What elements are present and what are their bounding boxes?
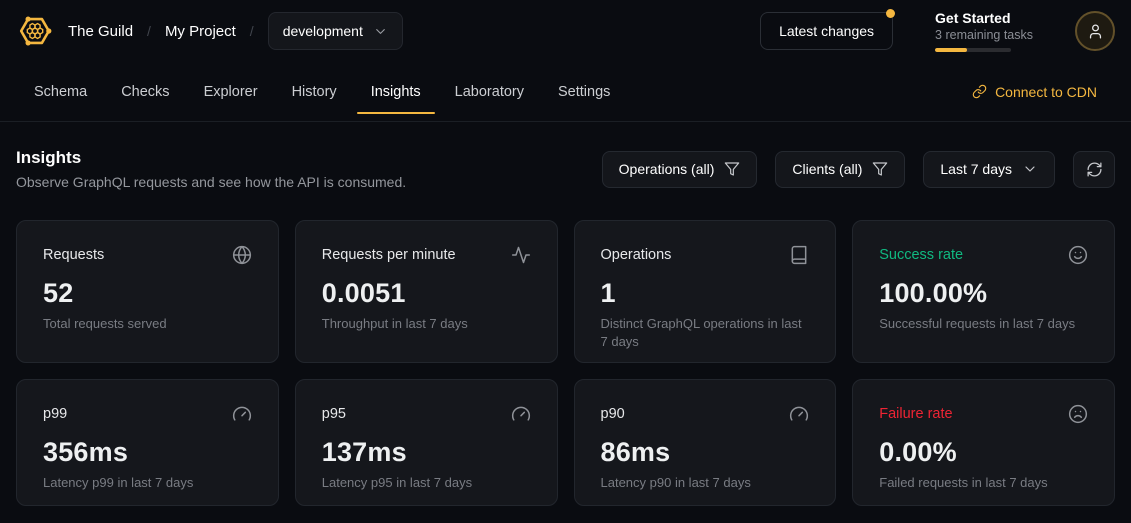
chevron-down-icon (373, 24, 388, 39)
smile-icon (1068, 245, 1088, 265)
failure-rate-card: Failure rate 0.00% Failed requests in la… (852, 379, 1115, 506)
page-title: Insights (16, 148, 406, 168)
card-title: p95 (322, 406, 346, 422)
book-icon (789, 245, 809, 265)
tab-explorer[interactable]: Explorer (204, 62, 258, 121)
success-rate-card: Success rate 100.00% Successful requests… (852, 220, 1115, 363)
breadcrumb-project[interactable]: My Project (165, 23, 236, 40)
tab-history[interactable]: History (292, 62, 337, 121)
latest-changes-label: Latest changes (779, 23, 874, 39)
get-started-subtitle: 3 remaining tasks (935, 28, 1033, 42)
get-started-widget[interactable]: Get Started 3 remaining tasks (935, 10, 1033, 52)
user-icon (1087, 23, 1104, 40)
card-value: 0.00% (879, 437, 1088, 468)
connect-to-cdn-label: Connect to CDN (995, 84, 1097, 100)
tab-settings[interactable]: Settings (558, 62, 610, 121)
tab-insights[interactable]: Insights (371, 62, 421, 121)
clients-filter-button[interactable]: Clients (all) (775, 151, 905, 188)
card-value: 52 (43, 278, 252, 309)
card-title: Requests (43, 247, 104, 263)
user-menu-button[interactable] (1075, 11, 1115, 51)
filter-icon (872, 161, 888, 177)
tab-checks[interactable]: Checks (121, 62, 169, 121)
date-range-dropdown[interactable]: Last 7 days (923, 151, 1055, 188)
filter-icon (724, 161, 740, 177)
card-description: Total requests served (43, 315, 252, 333)
notification-dot (886, 9, 895, 18)
filters-toolbar: Operations (all) Clients (all) Last 7 da… (602, 151, 1115, 188)
requests-per-minute-card: Requests per minute 0.0051 Throughput in… (295, 220, 558, 363)
card-value: 1 (601, 278, 810, 309)
tab-schema[interactable]: Schema (34, 62, 87, 121)
connect-to-cdn-link[interactable]: Connect to CDN (972, 84, 1097, 100)
gauge-icon (511, 404, 531, 424)
card-description: Latency p99 in last 7 days (43, 474, 252, 492)
refresh-button[interactable] (1073, 151, 1115, 188)
header-right: Latest changes Get Started 3 remaining t… (760, 10, 1115, 52)
stats-grid: Requests 52 Total requests served Reques… (16, 220, 1115, 506)
card-description: Successful requests in last 7 days (879, 315, 1088, 333)
card-title: Requests per minute (322, 247, 456, 263)
target-selector-dropdown[interactable]: development (268, 12, 403, 50)
tab-laboratory[interactable]: Laboratory (455, 62, 524, 121)
card-value: 0.0051 (322, 278, 531, 309)
card-value: 86ms (601, 437, 810, 468)
card-value: 137ms (322, 437, 531, 468)
nav-tabs: Schema Checks Explorer History Insights … (0, 62, 1131, 122)
hive-logo-icon[interactable] (16, 12, 54, 50)
latest-changes-button[interactable]: Latest changes (760, 12, 893, 50)
card-description: Throughput in last 7 days (322, 315, 531, 333)
card-title: p90 (601, 406, 625, 422)
progress-fill (935, 48, 967, 52)
target-selector-value: development (283, 23, 363, 39)
date-range-label: Last 7 days (940, 161, 1012, 177)
breadcrumb-org[interactable]: The Guild (68, 23, 133, 40)
card-description: Failed requests in last 7 days (879, 474, 1088, 492)
gauge-icon (232, 404, 252, 424)
p95-card: p95 137ms Latency p95 in last 7 days (295, 379, 558, 506)
clients-filter-label: Clients (all) (792, 161, 862, 177)
p99-card: p99 356ms Latency p99 in last 7 days (16, 379, 279, 506)
main-content: Insights Observe GraphQL requests and se… (0, 122, 1131, 506)
get-started-progress-track (935, 48, 1011, 52)
operations-filter-label: Operations (all) (619, 161, 715, 177)
card-description: Latency p95 in last 7 days (322, 474, 531, 492)
card-value: 356ms (43, 437, 252, 468)
chevron-down-icon (1022, 161, 1038, 177)
activity-icon (511, 245, 531, 265)
operations-card: Operations 1 Distinct GraphQL operations… (574, 220, 837, 363)
p90-card: p90 86ms Latency p90 in last 7 days (574, 379, 837, 506)
card-description: Latency p90 in last 7 days (601, 474, 810, 492)
page-subtitle: Observe GraphQL requests and see how the… (16, 174, 406, 190)
operations-filter-button[interactable]: Operations (all) (602, 151, 758, 188)
breadcrumb-separator: / (250, 23, 254, 39)
card-title: p99 (43, 406, 67, 422)
gauge-icon (789, 404, 809, 424)
page-heading: Insights Observe GraphQL requests and se… (16, 148, 406, 190)
get-started-title: Get Started (935, 10, 1033, 26)
card-title: Failure rate (879, 406, 952, 422)
frown-icon (1068, 404, 1088, 424)
globe-icon (232, 245, 252, 265)
header: The Guild / My Project / development Lat… (0, 0, 1131, 62)
card-value: 100.00% (879, 278, 1088, 309)
card-title: Operations (601, 247, 672, 263)
link-icon (972, 84, 987, 99)
breadcrumb-separator: / (147, 23, 151, 39)
requests-card: Requests 52 Total requests served (16, 220, 279, 363)
card-title: Success rate (879, 247, 963, 263)
card-description: Distinct GraphQL operations in last 7 da… (601, 315, 810, 350)
refresh-icon (1086, 161, 1103, 178)
